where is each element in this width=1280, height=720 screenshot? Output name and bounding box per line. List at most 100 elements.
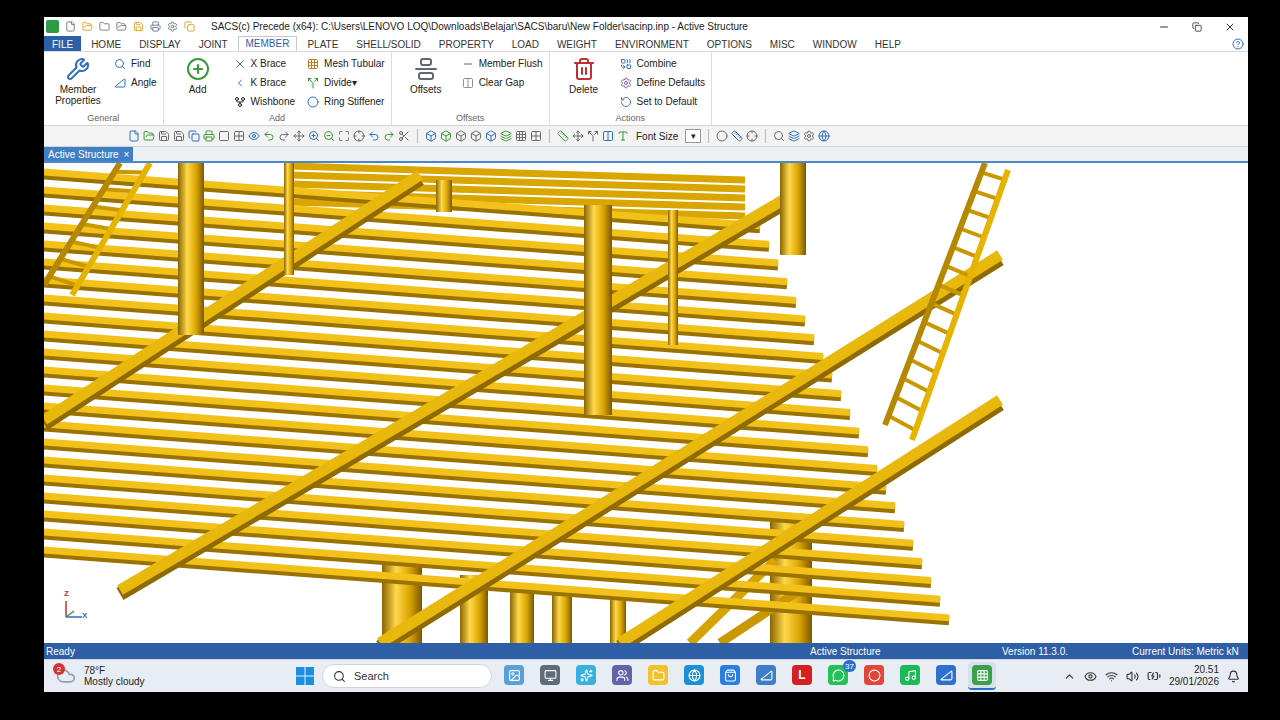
close-icon[interactable]: [1224, 21, 1236, 33]
toolbar-icon[interactable]: [500, 130, 512, 142]
ribbon-small-button[interactable]: Mesh Tubular: [307, 54, 385, 73]
toolbar-icon[interactable]: [716, 130, 728, 142]
ribbon-small-button[interactable]: Divide▾: [307, 73, 385, 92]
taskbar-search[interactable]: Search: [322, 664, 492, 688]
toolbar-icon[interactable]: [515, 130, 527, 142]
ribbon-small-button[interactable]: Set to Default: [620, 92, 705, 111]
toolbar-icon[interactable]: [803, 130, 815, 142]
toolbar-icon[interactable]: [731, 130, 743, 142]
toolbar-icon[interactable]: [353, 130, 365, 142]
clock[interactable]: 20.5129/01/2026: [1169, 664, 1219, 688]
toolbar-icon[interactable]: [773, 130, 785, 142]
viewport[interactable]: ZX: [44, 163, 1248, 643]
toolbar-icon[interactable]: [530, 130, 542, 142]
ribbon-tab[interactable]: PLATE: [299, 36, 346, 51]
whatsapp-app[interactable]: 37: [824, 662, 852, 690]
toolbar-icon[interactable]: [188, 130, 200, 142]
windows-start-icon[interactable]: [296, 667, 314, 685]
ribbon-tab[interactable]: ENVIRONMENT: [607, 36, 697, 51]
toolbar-icon[interactable]: [398, 130, 410, 142]
toolbar-icon[interactable]: [263, 130, 275, 142]
toolbar-icon[interactable]: [557, 130, 569, 142]
app-l-app[interactable]: L: [788, 662, 816, 690]
ribbon-tab[interactable]: WEIGHT: [549, 36, 605, 51]
toolbar-icon[interactable]: [248, 130, 260, 142]
toolbar-icon[interactable]: [818, 130, 830, 142]
toolbar-icon[interactable]: [788, 130, 800, 142]
toolbar-icon[interactable]: [746, 130, 758, 142]
tab-close[interactable]: ×: [124, 149, 130, 160]
ribbon-tab[interactable]: PROPERTY: [431, 36, 502, 51]
chrome-app[interactable]: [860, 662, 888, 690]
task-view-app[interactable]: [536, 662, 564, 690]
ribbon-tab[interactable]: MEMBER: [238, 36, 298, 51]
ribbon-large-button[interactable]: Member Properties: [50, 54, 106, 106]
weather-widget[interactable]: 278°FMostly cloudy: [44, 665, 296, 687]
ribbon-tab[interactable]: OPTIONS: [699, 36, 760, 51]
toolbar-icon[interactable]: [338, 130, 350, 142]
ribbon-small-button[interactable]: Define Defaults: [620, 73, 705, 92]
quick-access-icon[interactable]: [133, 21, 144, 32]
copilot-app[interactable]: [572, 662, 600, 690]
app-b-app[interactable]: [932, 662, 960, 690]
edge-app[interactable]: [680, 662, 708, 690]
help-icon[interactable]: [1232, 38, 1244, 50]
ribbon-small-button[interactable]: Combine: [620, 54, 705, 73]
toolbar-icon[interactable]: [587, 130, 599, 142]
minimize-icon[interactable]: [1158, 21, 1170, 33]
bell-icon[interactable]: [1227, 670, 1240, 683]
ribbon-small-button[interactable]: Ring Stiffener: [307, 92, 385, 111]
font-size-dropdown[interactable]: ▾: [685, 129, 701, 143]
sacs-app[interactable]: [968, 662, 996, 690]
quick-access-icon[interactable]: [82, 21, 93, 32]
toolbar-icon[interactable]: [368, 130, 380, 142]
ribbon-large-button[interactable]: Offsets: [398, 54, 454, 95]
toolbar-icon[interactable]: [383, 130, 395, 142]
file-explorer-app[interactable]: [644, 662, 672, 690]
tray-app-icon[interactable]: [1084, 670, 1097, 683]
spotify-app[interactable]: [896, 662, 924, 690]
ribbon-tab[interactable]: DISPLAY: [131, 36, 189, 51]
quick-access-icon[interactable]: [116, 21, 127, 32]
ribbon-tab[interactable]: FILE: [44, 36, 81, 51]
ribbon-small-button[interactable]: Find: [114, 54, 157, 73]
toolbar-icon[interactable]: [572, 130, 584, 142]
ribbon-large-button[interactable]: Add: [170, 54, 226, 95]
widgets-app[interactable]: [500, 662, 528, 690]
toolbar-icon[interactable]: [218, 130, 230, 142]
ribbon-small-button[interactable]: X Brace: [234, 54, 295, 73]
teams-app[interactable]: [608, 662, 636, 690]
quick-access-icon[interactable]: [150, 21, 161, 32]
structure-model[interactable]: [44, 163, 1248, 643]
ribbon-tab[interactable]: SHELL/SOLID: [348, 36, 428, 51]
chevron-up-icon[interactable]: [1063, 670, 1076, 683]
toolbar-icon[interactable]: [425, 130, 437, 142]
ribbon-small-button[interactable]: K Brace: [234, 73, 295, 92]
quick-access-icon[interactable]: [167, 21, 178, 32]
ribbon-tab[interactable]: MISC: [762, 36, 803, 51]
ribbon-small-button[interactable]: Clear Gap: [462, 73, 543, 92]
ribbon-tab[interactable]: WINDOW: [805, 36, 865, 51]
document-tab[interactable]: Active Structure×: [44, 147, 133, 161]
toolbar-icon[interactable]: [293, 130, 305, 142]
toolbar-icon[interactable]: [128, 130, 140, 142]
toolbar-icon[interactable]: [233, 130, 245, 142]
restore-icon[interactable]: [1192, 22, 1202, 32]
ribbon-small-button[interactable]: Member Flush: [462, 54, 543, 73]
store-app[interactable]: [716, 662, 744, 690]
ribbon-small-button[interactable]: Angle: [114, 73, 157, 92]
toolbar-icon[interactable]: [440, 130, 452, 142]
ribbon-tab[interactable]: HELP: [867, 36, 909, 51]
app-a-app[interactable]: [752, 662, 780, 690]
toolbar-icon[interactable]: [323, 130, 335, 142]
battery-icon[interactable]: [1147, 669, 1161, 683]
toolbar-icon[interactable]: [470, 130, 482, 142]
help[interactable]: [1232, 36, 1248, 51]
toolbar-icon[interactable]: [158, 130, 170, 142]
quick-access-icon[interactable]: [65, 21, 76, 32]
quick-access-icon[interactable]: [184, 21, 195, 32]
toolbar-icon[interactable]: [203, 130, 215, 142]
ribbon-large-button[interactable]: Delete: [556, 54, 612, 95]
toolbar-icon[interactable]: [143, 130, 155, 142]
ribbon-tab[interactable]: LOAD: [504, 36, 547, 51]
